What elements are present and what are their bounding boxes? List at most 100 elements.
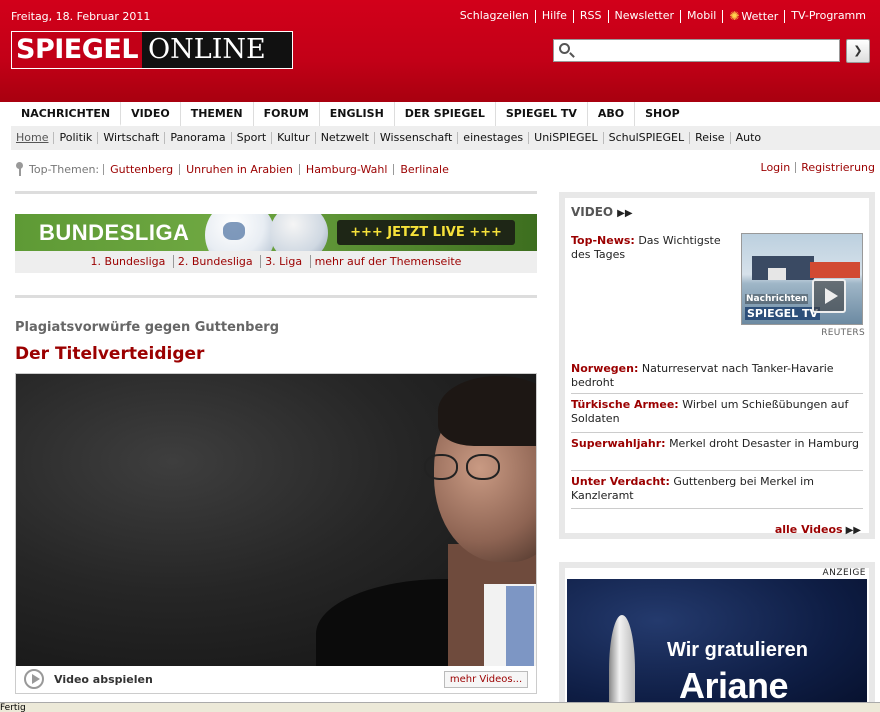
video-item[interactable]: Unter Verdacht: Guttenberg bei Merkel im…: [571, 470, 863, 503]
video-box-title-label: VIDEO: [571, 205, 614, 219]
main-nav: NACHRICHTEN VIDEO THEMEN FORUM ENGLISH D…: [0, 102, 880, 126]
link-1-bundesliga[interactable]: 1. Bundesliga: [87, 255, 170, 268]
sun-icon: ✺: [729, 9, 740, 23]
top-links: Schlagzeilen Hilfe RSS Newsletter Mobil …: [454, 10, 872, 23]
ship-image-2: [810, 262, 860, 278]
top-themen-bar: Top-Themen: Guttenberg Unruhen in Arabie…: [15, 162, 455, 176]
ad-headline: Wir gratulieren: [667, 639, 808, 661]
top-news-kicker: Top-News:: [571, 234, 635, 247]
nav-abo[interactable]: ABO: [588, 102, 636, 126]
link-2-bundesliga[interactable]: 2. Bundesliga: [172, 255, 257, 268]
divider: [571, 508, 863, 509]
topic-hamburg-wahl[interactable]: Hamburg-Wahl: [298, 163, 393, 175]
subnav-schulspiegel[interactable]: SchulSPIEGEL: [604, 132, 691, 144]
play-icon[interactable]: [812, 279, 846, 313]
article-headline[interactable]: Der Titelverteidiger: [15, 344, 204, 364]
subnav-home[interactable]: Home: [11, 132, 55, 144]
video-item-kicker: Norwegen:: [571, 362, 639, 375]
thumb-logo-nachrichten: Nachrichten: [745, 294, 809, 304]
video-player: Video abspielen mehr Videos...: [15, 373, 537, 694]
nav-nachrichten[interactable]: NACHRICHTEN: [11, 102, 122, 126]
advertisement: ANZEIGE Wir gratulieren Ariane: [559, 562, 875, 712]
subnav-kultur[interactable]: Kultur: [272, 132, 316, 144]
topic-unruhen-arabien[interactable]: Unruhen in Arabien: [179, 163, 299, 175]
nav-der-spiegel[interactable]: DER SPIEGEL: [395, 102, 496, 126]
subnav-einestages[interactable]: einestages: [458, 132, 530, 144]
site-logo[interactable]: SPIEGEL ONLINE: [11, 31, 293, 69]
subnav-wissenschaft[interactable]: Wissenschaft: [375, 132, 459, 144]
link-tv-programm[interactable]: TV-Programm: [784, 10, 872, 23]
status-text: Fertig: [0, 703, 26, 712]
top-news-teaser[interactable]: Top-News: Das Wichtigste des Tages: [571, 234, 733, 262]
topic-guttenberg[interactable]: Guttenberg: [103, 163, 179, 175]
video-item[interactable]: Türkische Armee: Wirbel um Schießübungen…: [571, 393, 863, 426]
video-box: VIDEO ▶▶ Top-News: Das Wichtigste des Tag…: [559, 192, 875, 539]
subnav-netzwelt[interactable]: Netzwelt: [316, 132, 375, 144]
link-mobil[interactable]: Mobil: [679, 10, 722, 23]
register-link[interactable]: Registrierung: [795, 162, 880, 173]
nav-spiegel-tv[interactable]: SPIEGEL TV: [496, 102, 588, 126]
football-image-2: [270, 214, 328, 251]
all-videos-link[interactable]: alle Videos ▶▶: [775, 523, 861, 536]
video-box-title[interactable]: VIDEO ▶▶: [571, 205, 633, 219]
ship-deck: [768, 268, 786, 280]
video-thumbnail[interactable]: Nachrichten SPIEGEL TV: [741, 233, 863, 325]
subnav-sport[interactable]: Sport: [232, 132, 273, 144]
subnav-wirtschaft[interactable]: Wirtschaft: [98, 132, 166, 144]
login-link[interactable]: Login: [756, 162, 796, 173]
subnav-auto[interactable]: Auto: [731, 132, 767, 144]
search-icon: [559, 43, 570, 54]
play-icon[interactable]: [24, 669, 44, 689]
link-wetter[interactable]: ✺ Wetter: [722, 10, 784, 23]
browser-status-bar: Fertig: [0, 702, 880, 712]
link-schlagzeilen[interactable]: Schlagzeilen: [454, 10, 535, 23]
user-links: Login Registrierung: [756, 162, 880, 173]
subnav-panorama[interactable]: Panorama: [165, 132, 232, 144]
image-credit: REUTERS: [821, 328, 865, 338]
search-button[interactable]: ❯: [846, 39, 870, 63]
tie-shape: [506, 586, 534, 666]
current-date: Freitag, 18. Februar 2011: [11, 10, 151, 23]
nav-themen[interactable]: THEMEN: [181, 102, 254, 126]
divider: [15, 191, 537, 194]
video-item[interactable]: Norwegen: Naturreservat nach Tanker-Hava…: [571, 358, 863, 390]
video-item-kicker: Türkische Armee:: [571, 398, 679, 411]
video-item[interactable]: Superwahljahr: Merkel droht Desaster in …: [571, 432, 863, 451]
logo-online: ONLINE: [142, 32, 292, 68]
topic-berlinale[interactable]: Berlinale: [393, 163, 455, 175]
ad-label: ANZEIGE: [822, 568, 866, 578]
nav-english[interactable]: ENGLISH: [320, 102, 395, 126]
link-3-liga[interactable]: 3. Liga: [260, 255, 307, 268]
ship-image: [752, 256, 814, 280]
ad-banner[interactable]: Wir gratulieren Ariane: [567, 579, 867, 712]
more-videos-button[interactable]: mehr Videos...: [444, 671, 528, 688]
link-hilfe[interactable]: Hilfe: [534, 10, 573, 23]
video-item-kicker: Unter Verdacht:: [571, 475, 670, 488]
ad-brand: Ariane: [679, 665, 789, 706]
subnav-unispiegel[interactable]: UniSPIEGEL: [529, 132, 604, 144]
double-arrow-icon: ▶▶: [617, 208, 633, 219]
top-themen-label: Top-Themen:: [29, 162, 100, 176]
link-rss[interactable]: RSS: [572, 10, 608, 23]
link-themenseite[interactable]: mehr auf der Themenseite: [309, 255, 466, 268]
video-item-kicker: Superwahljahr:: [571, 437, 666, 450]
nav-shop[interactable]: SHOP: [635, 102, 690, 126]
bundesliga-banner[interactable]: BUNDESLIGA +++ JETZT LIVE +++: [15, 214, 537, 251]
nav-forum[interactable]: FORUM: [254, 102, 320, 126]
video-still-image[interactable]: [16, 374, 536, 666]
nav-video[interactable]: VIDEO: [121, 102, 181, 126]
thumb-logo-spiegeltv: SPIEGEL TV: [745, 307, 820, 320]
search-input[interactable]: [576, 42, 834, 59]
subnav-politik[interactable]: Politik: [54, 132, 99, 144]
video-control-bar: Video abspielen mehr Videos...: [16, 666, 536, 693]
bundesliga-title: BUNDESLIGA: [39, 220, 190, 245]
play-video-label[interactable]: Video abspielen: [54, 673, 153, 686]
pin-icon: [15, 162, 25, 176]
header: Freitag, 18. Februar 2011 Schlagzeilen H…: [0, 0, 880, 102]
football-image: [205, 214, 275, 251]
glasses-icon: [424, 454, 514, 480]
bundesliga-links: 1. Bundesliga 2. Bundesliga 3. Liga mehr…: [15, 251, 537, 273]
search-box: [553, 39, 840, 62]
subnav-reise[interactable]: Reise: [690, 132, 731, 144]
link-newsletter[interactable]: Newsletter: [607, 10, 680, 23]
